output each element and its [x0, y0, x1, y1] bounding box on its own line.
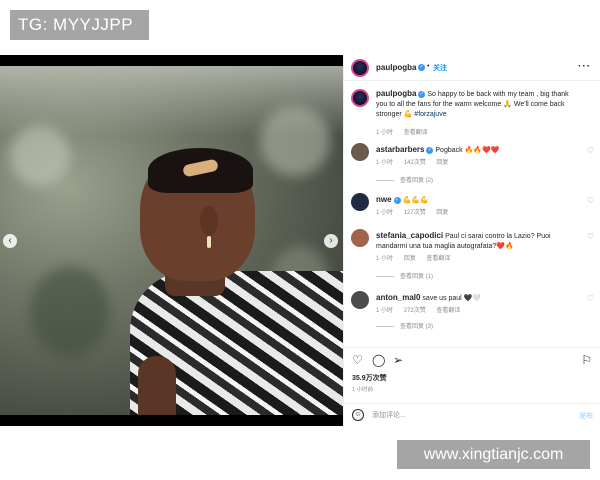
- heart-icon[interactable]: ♡: [352, 353, 363, 367]
- post-comment-button[interactable]: 发布: [579, 411, 593, 421]
- emoji-icon[interactable]: ☺: [352, 409, 364, 421]
- reply-link[interactable]: 回复: [404, 256, 416, 262]
- avatar[interactable]: [351, 89, 369, 107]
- post-sidebar: paulpogba ✓ • 关注 ··· paulpogba ✓ So happ…: [343, 55, 600, 426]
- chevron-left-icon[interactable]: ‹: [3, 234, 17, 248]
- view-replies-label: 查看回复 (2): [400, 178, 434, 184]
- more-icon[interactable]: ···: [578, 61, 591, 72]
- reply-link[interactable]: 回复: [436, 160, 448, 166]
- share-icon[interactable]: ➢: [393, 353, 403, 367]
- heart-icon[interactable]: ♡: [587, 146, 594, 155]
- comment-text: anton_mal0 save us paul 🖤🤍: [376, 293, 581, 304]
- caption-username[interactable]: paulpogba: [376, 89, 416, 98]
- bookmark-icon[interactable]: ⚐: [581, 353, 592, 367]
- comment-meta: 1 小时 回复 查看翻译: [376, 253, 459, 262]
- comment-text: astarbarbers ✓ Pogback 🔥🔥❤️❤️: [376, 145, 581, 156]
- comment-meta: 1 小时 272次赞 查看翻译: [376, 305, 469, 314]
- avatar[interactable]: [351, 59, 369, 77]
- comment-input[interactable]: [372, 408, 552, 422]
- hashtag-link[interactable]: #forzajuve: [414, 111, 446, 118]
- comment-username[interactable]: stefania_capodici: [376, 231, 443, 240]
- heart-icon[interactable]: ♡: [587, 232, 594, 241]
- post-media: ‹ ›: [0, 55, 343, 426]
- verified-icon: ✓: [426, 146, 434, 154]
- bokeh-light: [260, 106, 330, 176]
- translate-link[interactable]: 查看翻译: [404, 130, 428, 136]
- watermark-top: TG: MYYJJPP: [10, 10, 149, 40]
- reply-link[interactable]: 回复: [436, 210, 448, 216]
- avatar[interactable]: [351, 193, 369, 211]
- avatar[interactable]: [351, 143, 369, 161]
- comment-time: 1 小时: [376, 210, 394, 216]
- comment-meta: 1 小时 127次赞 回复: [376, 207, 457, 216]
- instagram-post: ‹ › paulpogba ✓ • 关注 ··· paulpogba ✓ So …: [0, 55, 600, 426]
- chevron-right-icon[interactable]: ›: [324, 234, 338, 248]
- bokeh-dark: [30, 266, 110, 356]
- comment-likes[interactable]: 127次赞: [404, 210, 426, 216]
- comment-icon[interactable]: ◯: [372, 353, 385, 367]
- translate-link[interactable]: 查看翻译: [436, 308, 460, 314]
- comment-body: 💪💪💪: [402, 197, 429, 204]
- add-comment-bar: ☺ 发布: [344, 403, 600, 426]
- comment-body: save us paul 🖤🤍: [422, 295, 482, 302]
- post-photo[interactable]: [0, 66, 343, 415]
- translate-link[interactable]: 查看翻译: [426, 256, 450, 262]
- caption-time: 1 小时: [376, 130, 394, 136]
- caption-text: paulpogba ✓ So happy to be back with my …: [376, 89, 581, 120]
- player-ear: [200, 206, 218, 236]
- replies-divider: [376, 275, 394, 277]
- player-hand: [138, 356, 176, 415]
- avatar[interactable]: [351, 291, 369, 309]
- post-time: 1 小时前: [352, 387, 374, 393]
- comment-likes[interactable]: 272次赞: [404, 308, 426, 314]
- bokeh-light: [10, 126, 70, 186]
- view-replies-label: 查看回复 (3): [400, 324, 434, 330]
- view-replies-link[interactable]: 查看回复 (1): [376, 271, 433, 280]
- likes-count[interactable]: 35.9万次赞: [352, 373, 387, 383]
- action-bar: ♡ ◯ ➢ ⚐: [344, 347, 600, 367]
- view-replies-label: 查看回复 (1): [400, 274, 434, 280]
- verified-icon: ✓: [418, 90, 426, 98]
- replies-divider: [376, 179, 394, 181]
- comments-list: paulpogba ✓ So happy to be back with my …: [344, 85, 600, 345]
- post-header: paulpogba ✓ • 关注 ···: [344, 55, 600, 81]
- comment-text: nwe ✓ 💪💪💪: [376, 195, 581, 206]
- author-username[interactable]: paulpogba: [376, 63, 416, 72]
- verified-icon: ✓: [418, 64, 425, 71]
- comment-time: 1 小时: [376, 308, 394, 314]
- view-replies-link[interactable]: 查看回复 (3): [376, 321, 433, 330]
- comment-username[interactable]: astarbarbers: [376, 145, 424, 154]
- comment-time: 1 小时: [376, 256, 394, 262]
- replies-divider: [376, 325, 394, 327]
- comment-time: 1 小时: [376, 160, 394, 166]
- comment-username[interactable]: anton_mal0: [376, 293, 420, 302]
- separator-dot: •: [427, 63, 430, 70]
- caption-meta: 1 小时 查看翻译: [376, 127, 437, 136]
- watermark-bottom: www.xingtianjc.com: [397, 440, 590, 469]
- comment-meta: 1 小时 142次赞 回复: [376, 157, 457, 166]
- comment-likes[interactable]: 142次赞: [404, 160, 426, 166]
- comment-body: Pogback 🔥🔥❤️❤️: [435, 147, 500, 154]
- follow-button[interactable]: 关注: [433, 63, 447, 73]
- heart-icon[interactable]: ♡: [587, 196, 594, 205]
- comment-text: stefania_capodici Paul ci sarai contro l…: [376, 231, 581, 252]
- verified-icon: ✓: [393, 196, 401, 204]
- heart-icon[interactable]: ♡: [587, 294, 594, 303]
- earring: [207, 236, 211, 248]
- view-replies-link[interactable]: 查看回复 (2): [376, 175, 433, 184]
- avatar[interactable]: [351, 229, 369, 247]
- comment-username[interactable]: nwe: [376, 195, 392, 204]
